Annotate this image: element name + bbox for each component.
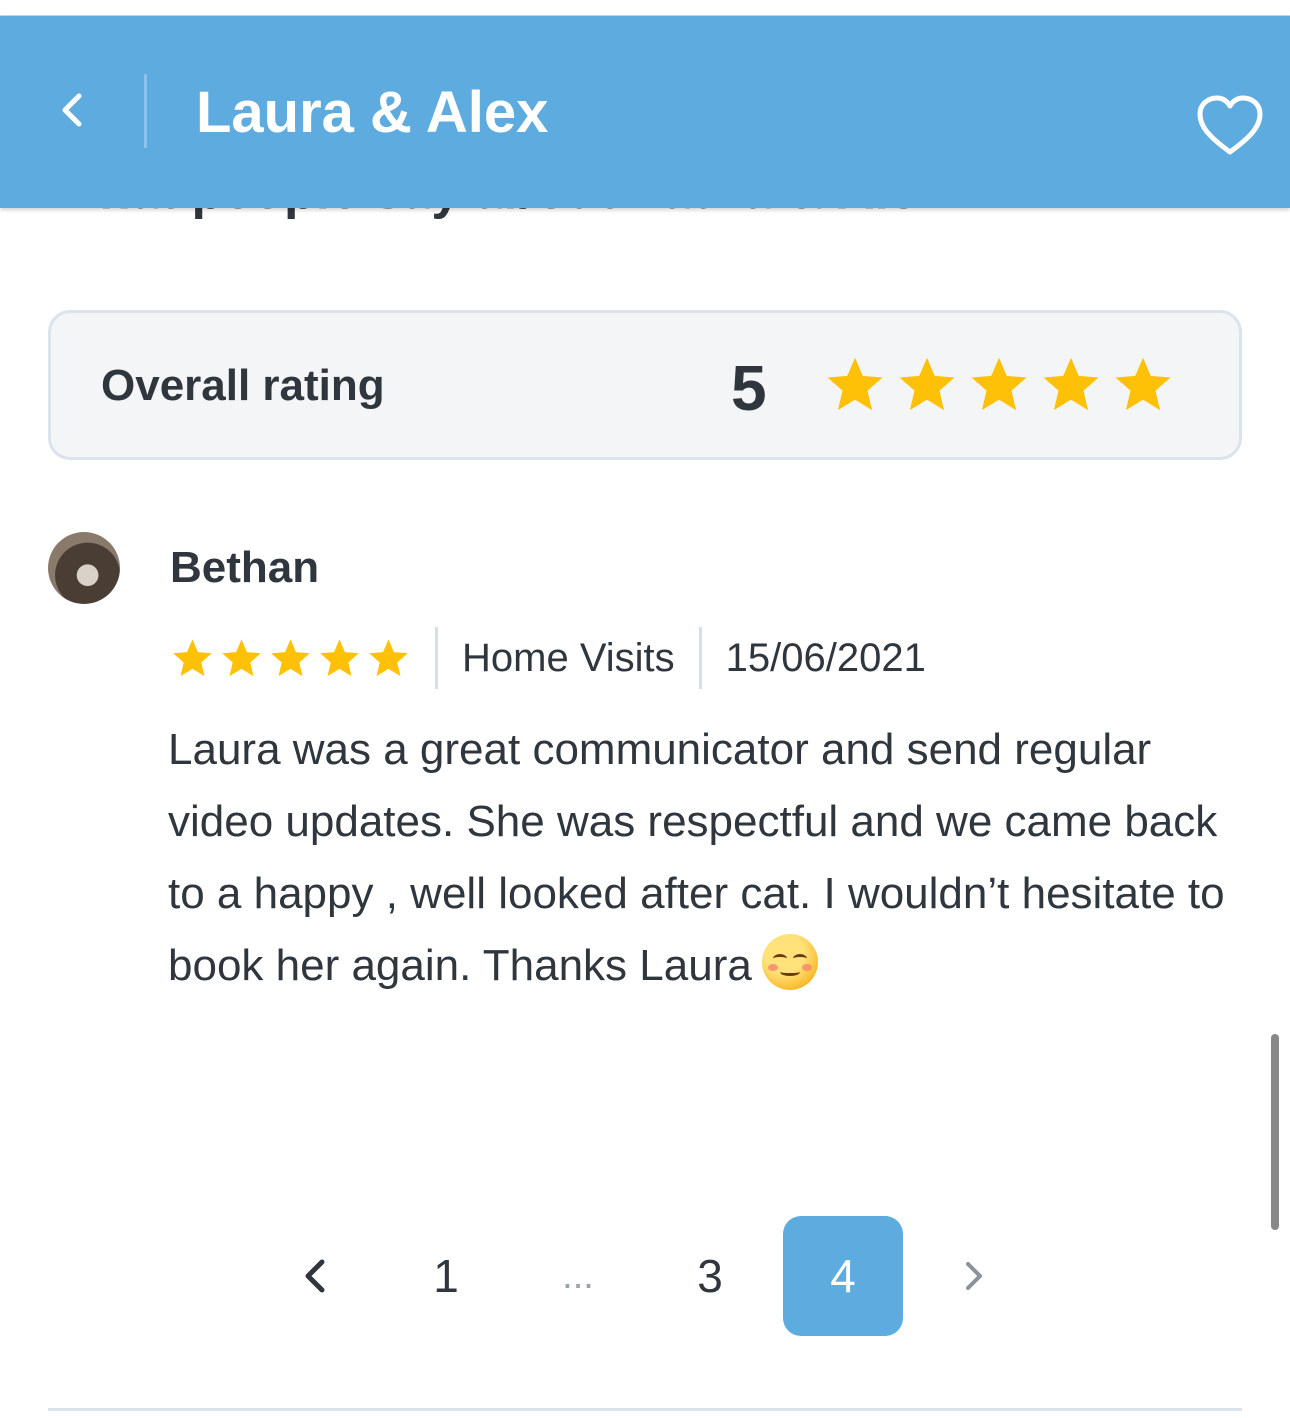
review-text: Laura was a great communicator and send … (168, 714, 1248, 1002)
scrollbar[interactable] (1271, 1034, 1279, 1230)
status-bar-edge (0, 0, 1290, 16)
overall-rating-card: Overall rating 5 (48, 310, 1242, 460)
star-icon (271, 638, 310, 676)
prev-page-button[interactable] (256, 1216, 376, 1336)
star-icon (1043, 357, 1099, 411)
chevron-right-icon (966, 1262, 982, 1290)
favorite-button[interactable] (1194, 92, 1266, 160)
meta-divider (435, 627, 438, 689)
star-icon (1115, 357, 1171, 411)
chevron-left-icon (62, 93, 82, 127)
meta-divider (698, 627, 702, 689)
page-title: Laura & Alex (196, 80, 549, 145)
overall-rating-label: Overall rating (101, 361, 385, 410)
pagination: 1 ... 3 4 (0, 1216, 1290, 1336)
review-service: Home Visits (462, 635, 675, 680)
star-icon (222, 638, 261, 676)
star-icon (827, 357, 883, 411)
smiling-face-icon (761, 934, 818, 990)
app-header: Laura & Alex (0, 16, 1290, 208)
review-stars (170, 636, 411, 681)
header-divider (144, 74, 147, 148)
divider (48, 1408, 1242, 1411)
chevron-left-icon (305, 1259, 325, 1293)
page-button-3[interactable]: 3 (650, 1216, 770, 1336)
star-icon (320, 638, 359, 676)
review-meta: Home Visits 15/06/2021 (170, 626, 926, 690)
reviews-page: What people say about Laura & Alex Laura… (0, 0, 1290, 1418)
star-icon (369, 638, 408, 676)
page-button-1[interactable]: 1 (386, 1216, 506, 1336)
star-icon (899, 357, 955, 411)
star-icon (971, 357, 1027, 411)
heart-outline-icon (1197, 95, 1263, 155)
next-page-button[interactable] (914, 1216, 1034, 1336)
review-date: 15/06/2021 (725, 635, 926, 680)
reviewer-name: Bethan (170, 543, 320, 592)
overall-rating-value: 5 (731, 352, 767, 424)
page-ellipsis: ... (562, 1254, 594, 1297)
back-button[interactable] (40, 78, 104, 142)
overall-rating-stars (823, 353, 1175, 417)
avatar[interactable] (48, 532, 120, 604)
review-text-content: Laura was a great communicator and send … (168, 725, 1225, 990)
page-button-4-current[interactable]: 4 (783, 1216, 903, 1336)
star-icon (173, 638, 212, 676)
